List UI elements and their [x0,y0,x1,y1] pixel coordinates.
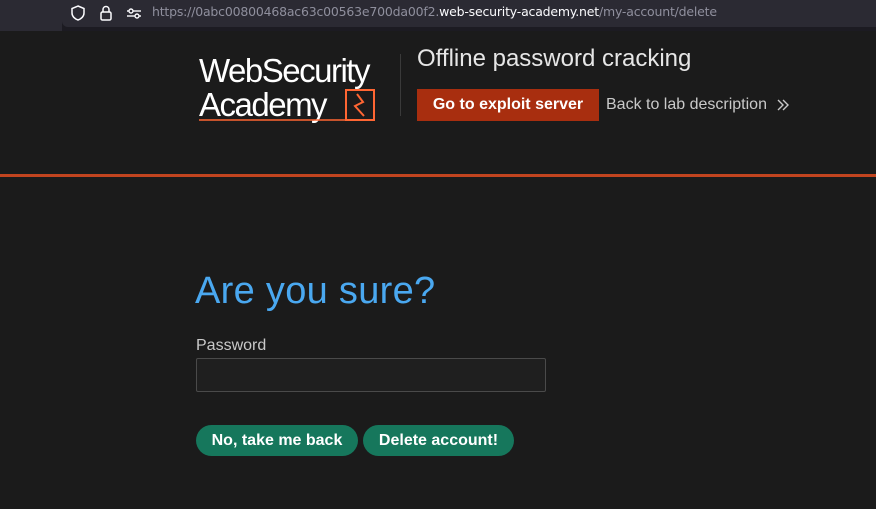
logo-line1: WebSecurity [199,52,371,89]
shield-icon[interactable] [69,4,87,22]
lab-title: Offline password cracking [417,45,692,72]
password-label: Password [196,337,267,354]
back-to-lab-link[interactable]: Back to lab description [606,96,789,114]
url-text[interactable]: https://0abc00800468ac63c00563e700da00f2… [152,4,717,20]
back-link-label: Back to lab description [606,96,767,113]
web-security-academy-logo[interactable]: WebSecurity Academy [197,52,399,124]
header-divider [400,54,401,116]
url-prefix: https://0abc00800468ac63c00563e700da00f2… [152,4,440,19]
permissions-icon[interactable] [125,4,143,22]
lock-icon[interactable] [97,4,115,22]
page-title: Are you sure? [195,270,436,312]
logo-line2: Academy [199,86,328,123]
lightning-icon [353,93,365,117]
double-chevron-right-icon [777,99,789,111]
delete-account-button[interactable]: Delete account! [363,425,514,456]
cancel-button[interactable]: No, take me back [196,425,358,456]
header-accent-rule [0,174,876,177]
url-host: web-security-academy.net [439,4,599,19]
toolbar-left-area [0,0,62,31]
password-field[interactable] [196,358,546,392]
browser-toolbar: https://0abc00800468ac63c00563e700da00f2… [0,0,876,31]
url-path: /my-account/delete [598,4,717,19]
exploit-server-button[interactable]: Go to exploit server [417,89,599,121]
